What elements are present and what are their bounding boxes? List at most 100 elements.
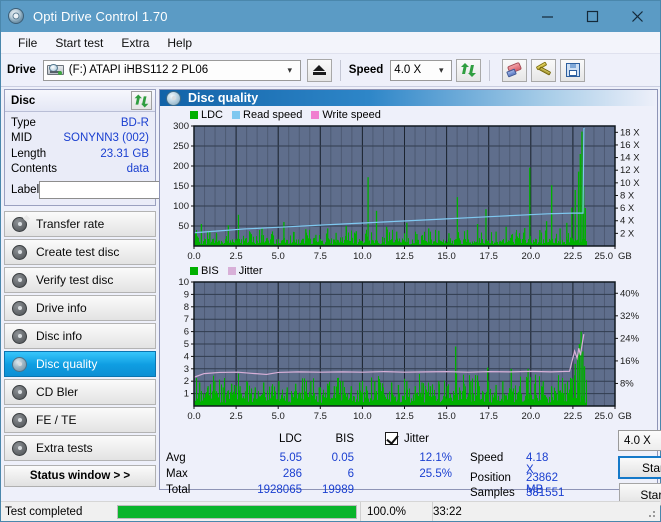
minimize-button[interactable] (525, 1, 570, 32)
svg-text:24%: 24% (620, 334, 640, 345)
sidebar-item-create-test-disc[interactable]: Create test disc (4, 239, 156, 265)
tools-icon (536, 63, 552, 77)
svg-text:0.0: 0.0 (187, 251, 200, 262)
sidebar: Disc Type BD-R MID SONYNN3 (002) (1, 87, 159, 490)
sidebar-item-label: FE / TE (36, 413, 76, 427)
sidebar-item-label: Disc quality (36, 357, 97, 371)
stats-avg-bis: 0.05 (308, 452, 354, 464)
sidebar-item-drive-info[interactable]: Drive info (4, 295, 156, 321)
menu-extra[interactable]: Extra (112, 34, 158, 52)
sidebar-item-label: Transfer rate (36, 217, 104, 231)
stats-row-total-label: Total (166, 484, 190, 496)
position-label: Position (470, 472, 511, 484)
stats-panel: LDC BIS Jitter Avg 5.05 0.05 12.1% Max 2… (160, 428, 657, 489)
save-button[interactable] (560, 59, 585, 82)
svg-text:15.0: 15.0 (437, 411, 456, 422)
window-controls (525, 1, 660, 32)
stats-avg-ldc: 5.05 (252, 452, 302, 464)
svg-text:4 X: 4 X (620, 216, 635, 227)
svg-text:8%: 8% (620, 379, 634, 390)
disc-label-label: Label (11, 184, 39, 196)
disc-quality-icon (166, 91, 181, 106)
disc-mid-label: MID (11, 132, 32, 144)
page-title: Disc quality (188, 91, 258, 105)
menu-help[interactable]: Help (158, 34, 201, 52)
legend-swatch-ldc (190, 111, 198, 119)
svg-text:40%: 40% (620, 288, 640, 299)
refresh-icon (135, 94, 149, 107)
chevron-down-icon: ▾ (282, 65, 298, 76)
charts-area: LDC Read speed Write speed 5010015020025… (160, 106, 657, 426)
svg-text:GB: GB (618, 411, 632, 422)
stats-avg-jitter: 12.1% (398, 452, 452, 464)
menu-file[interactable]: File (9, 34, 46, 52)
svg-text:5.0: 5.0 (272, 251, 285, 262)
main-body: Disc Type BD-R MID SONYNN3 (002) (1, 87, 660, 490)
svg-text:7: 7 (184, 314, 189, 325)
eject-button[interactable] (307, 59, 332, 82)
sidebar-item-disc-info[interactable]: Disc info (4, 323, 156, 349)
sidebar-item-verify-test-disc[interactable]: Verify test disc (4, 267, 156, 293)
svg-text:25.0: 25.0 (595, 411, 614, 422)
sidebar-item-extra-tests[interactable]: Extra tests (4, 435, 156, 461)
tools-button[interactable] (531, 59, 556, 82)
disc-info-panel: Disc Type BD-R MID SONYNN3 (002) (4, 89, 156, 206)
erase-button[interactable] (502, 59, 527, 82)
svg-text:17.5: 17.5 (479, 411, 498, 422)
svg-text:2.5: 2.5 (229, 411, 242, 422)
disc-type-label: Type (11, 117, 36, 129)
disc-row-contents: Contents data (11, 162, 149, 178)
legend-item-jitter: Jitter (228, 265, 263, 277)
disc-refresh-button[interactable] (131, 91, 152, 110)
elapsed-time: 33:22 (432, 502, 660, 521)
jitter-toggle[interactable]: Jitter (385, 432, 429, 445)
sidebar-item-transfer-rate[interactable]: Transfer rate (4, 211, 156, 237)
menu-bar: File Start test Extra Help (1, 32, 660, 54)
stats-header-ldc: LDC (252, 433, 302, 445)
status-window-button[interactable]: Status window > > (4, 465, 156, 487)
test-speed-select[interactable]: 4.0 X ▾ (618, 430, 661, 451)
svg-text:12 X: 12 X (620, 165, 640, 176)
drive-select[interactable]: (F:) ATAPI iHBS112 2 PL06 ▾ (43, 60, 301, 81)
speed-select[interactable]: 4.0 X ▾ (390, 60, 452, 81)
svg-text:17.5: 17.5 (479, 251, 498, 262)
resize-grip-icon[interactable] (645, 507, 657, 519)
sidebar-item-disc-quality[interactable]: Disc quality (4, 351, 156, 377)
svg-text:100: 100 (173, 201, 189, 212)
legend-label-write-speed: Write speed (322, 109, 381, 121)
legend-item-read-speed: Read speed (232, 109, 302, 121)
svg-text:9: 9 (184, 290, 189, 301)
stats-row-avg-label: Avg (166, 452, 186, 464)
legend-swatch-jitter (228, 267, 236, 275)
close-button[interactable] (615, 1, 660, 32)
svg-text:2 X: 2 X (620, 229, 635, 240)
svg-text:6: 6 (184, 327, 189, 338)
stats-max-ldc: 286 (252, 468, 302, 480)
stats-max-jitter: 25.5% (398, 468, 452, 480)
jitter-checkbox[interactable] (385, 432, 398, 445)
sidebar-item-fe-te[interactable]: FE / TE (4, 407, 156, 433)
sidebar-item-label: Extra tests (36, 441, 93, 455)
bis-chart-legend: BIS Jitter (160, 264, 657, 278)
legend-label-read-speed: Read speed (243, 109, 302, 121)
svg-text:150: 150 (173, 181, 189, 192)
disc-icon (12, 217, 27, 232)
disc-icon (12, 413, 27, 428)
progress-bar (117, 505, 357, 519)
disc-row-type: Type BD-R (11, 115, 149, 131)
svg-text:7.5: 7.5 (314, 251, 327, 262)
sidebar-item-label: Verify test disc (36, 273, 113, 287)
refresh-button[interactable] (456, 59, 481, 82)
maximize-button[interactable] (570, 1, 615, 32)
refresh-icon (461, 63, 476, 77)
jitter-label: Jitter (404, 433, 429, 445)
svg-text:22.5: 22.5 (564, 251, 583, 262)
legend-item-bis: BIS (190, 265, 219, 277)
status-bar: Test completed 100.0% 33:22 (1, 501, 660, 521)
sidebar-item-cd-bler[interactable]: CD Bler (4, 379, 156, 405)
svg-text:4: 4 (184, 352, 189, 363)
start-full-button[interactable]: Start full (618, 456, 661, 479)
status-text: Test completed (1, 502, 114, 521)
menu-start-test[interactable]: Start test (46, 34, 112, 52)
svg-text:3: 3 (184, 364, 189, 375)
